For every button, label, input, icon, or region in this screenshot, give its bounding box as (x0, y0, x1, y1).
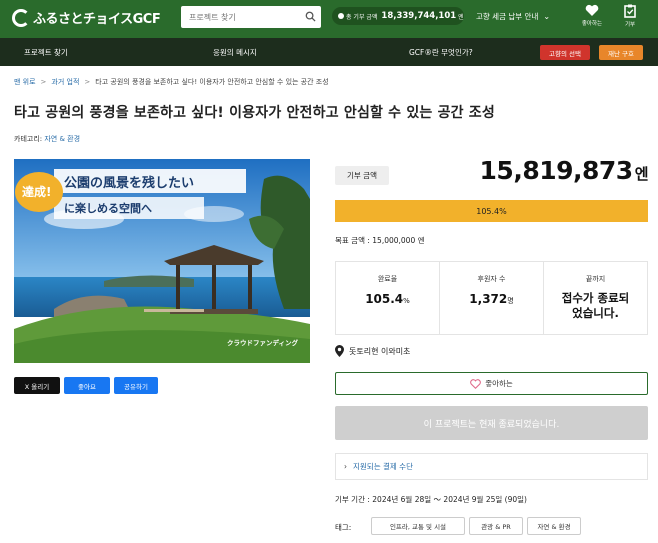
facebook-like-button[interactable]: 좋아요 (64, 377, 110, 394)
breadcrumb-separator: > (40, 78, 47, 86)
stat-completion-value: 105.4 (365, 292, 404, 306)
category-link[interactable]: 자연 & 환경 (44, 135, 80, 143)
breadcrumb-separator: > (84, 78, 91, 86)
stat-remaining-line1: 접수가 종료되 (561, 291, 630, 305)
stat-remaining-value: 접수가 종료되 었습니다. (544, 291, 647, 321)
breadcrumb-past[interactable]: 과거 업적 (51, 77, 79, 87)
tax-guide-label: 고향 세금 납부 안내 (476, 12, 539, 21)
breadcrumb-current: 타고 공원의 풍경을 보존하고 싶다! 이용자가 안전하고 안심할 수 있는 공… (95, 78, 329, 86)
donation-amount-label: 기부 금액 (335, 166, 389, 185)
funding-progress-bar: 105.4% (335, 200, 648, 222)
clipboard-icon (624, 4, 636, 18)
like-project-button[interactable]: 좋아하는 (335, 372, 648, 395)
furusato-choice-button[interactable]: 고향의 선택 (540, 45, 590, 60)
stat-supporters-value-wrap: 1,372명 (440, 292, 543, 306)
total-donation-label-wrap: 총 기부 금액 (338, 12, 377, 21)
donation-period: 기부 기간 : 2024년 6월 28일 ～ 2024년 9월 25일 (90일… (335, 495, 527, 504)
payment-methods-link[interactable]: › 지원되는 결제 수단 (335, 453, 648, 480)
donation-amount-unit: 엔 (634, 165, 649, 183)
header-like-link[interactable]: 좋아하는 (575, 4, 609, 27)
site-logo[interactable]: ふるさとチョイスGCF (12, 8, 161, 27)
map-pin-icon (335, 345, 344, 357)
stat-completion: 완료율 105.4% (336, 262, 440, 334)
stat-supporters: 후원자 수 1,372명 (440, 262, 544, 334)
stat-completion-value-wrap: 105.4% (336, 292, 439, 306)
header-donate-label: 기부 (624, 22, 636, 28)
project-hero-image: 達成! 公園の風景を残したい に楽しめる空間へ クラウドファンディング (14, 159, 310, 363)
heart-icon (585, 4, 599, 16)
tags-label: 태그: (335, 523, 352, 532)
breadcrumb-home[interactable]: 맨 위로 (14, 77, 36, 87)
header-donate-link[interactable]: 기부 (613, 4, 647, 28)
hero-headline-1: 公園の風景を残したい (64, 176, 195, 191)
share-x-button[interactable]: X 올리기 (14, 377, 60, 394)
breadcrumb: 맨 위로 > 과거 업적 > 타고 공원의 풍경을 보존하고 싶다! 이용자가 … (14, 77, 329, 87)
stat-supporters-label: 후원자 수 (477, 275, 506, 283)
disaster-relief-button[interactable]: 재난 구호 (599, 45, 643, 60)
donation-amount-value: 15,819,873 (479, 156, 634, 185)
location: 돗토리현 이와미초 (335, 345, 410, 357)
nav-item-find-project[interactable]: 프로젝트 찾기 (24, 47, 68, 58)
stat-remaining-label: 끝까지 (585, 275, 606, 283)
chevron-down-icon: ⌄ (543, 12, 551, 21)
achieved-badge: 達成! (22, 185, 52, 199)
search-box (181, 6, 321, 28)
category-line: 카테고리: 자연 & 환경 (14, 134, 80, 144)
payment-methods-label: 지원되는 결제 수단 (353, 462, 413, 471)
stat-remaining-line2: 었습니다. (572, 306, 619, 320)
donation-amount: 15,819,873 엔 (479, 156, 649, 185)
total-donation-unit: 엔 (458, 13, 464, 21)
nav-item-messages[interactable]: 응원의 메시지 (213, 47, 257, 58)
facebook-share-button[interactable]: 공유하기 (114, 377, 158, 394)
tag-nature[interactable]: 자연 & 환경 (527, 517, 581, 535)
hero-watermark: クラウドファンディング (226, 339, 298, 347)
progress-text: 105.4% (476, 206, 507, 216)
search-input[interactable] (181, 12, 299, 22)
tax-guide-menu[interactable]: 고향 세금 납부 안내 ⌄ (476, 11, 550, 22)
page-title: 타고 공원의 풍경을 보존하고 싶다! 이용자가 안전하고 안심할 수 있는 공… (14, 105, 495, 121)
heart-outline-icon (470, 378, 482, 389)
stat-remaining: 끝까지 접수가 종료되 었습니다. (544, 262, 647, 334)
total-donation-label: 총 기부 금액 (346, 13, 378, 21)
location-text: 돗토리현 이와미초 (349, 346, 411, 356)
nav-item-about-gcf[interactable]: GCF®란 무엇인가? (409, 47, 473, 58)
project-closed-button: 이 프로젝트는 현재 종료되었습니다. (335, 406, 648, 440)
goal-amount: 목표 금액 : 15,000,000 엔 (335, 236, 425, 245)
top-header: ふるさとチョイスGCF 총 기부 금액 18,339,744,101 엔 고향 … (0, 0, 658, 38)
coin-icon (338, 13, 344, 19)
stat-completion-label: 완료율 (377, 275, 398, 283)
like-project-label: 좋아하는 (485, 379, 513, 388)
logo-text: ふるさとチョイスGCF (33, 12, 161, 27)
stats-panel: 완료율 105.4% 후원자 수 1,372명 끝까지 접수가 종료되 었습니다… (335, 261, 648, 335)
tag-infrastructure[interactable]: 인프라, 교통 및 시설 (371, 517, 465, 535)
category-label: 카테고리: (14, 135, 43, 143)
chevron-right-icon: › (344, 462, 347, 471)
total-donation-value: 18,339,744,101 (381, 11, 457, 21)
logo-mark-icon (12, 8, 30, 27)
tag-tourism[interactable]: 관광 & PR (469, 517, 523, 535)
hero-headline-2: に楽しめる空間へ (64, 202, 152, 215)
stat-completion-unit: % (403, 297, 410, 305)
main-nav: 프로젝트 찾기 응원의 메시지 GCF®란 무엇인가? 고향의 선택 재난 구호 (0, 38, 658, 66)
stat-supporters-unit: 명 (507, 297, 514, 305)
stat-supporters-value: 1,372 (469, 292, 508, 306)
total-donation-pill: 총 기부 금액 18,339,744,101 엔 (332, 7, 464, 25)
search-icon[interactable] (305, 11, 316, 22)
header-like-label: 좋아하는 (581, 21, 603, 27)
